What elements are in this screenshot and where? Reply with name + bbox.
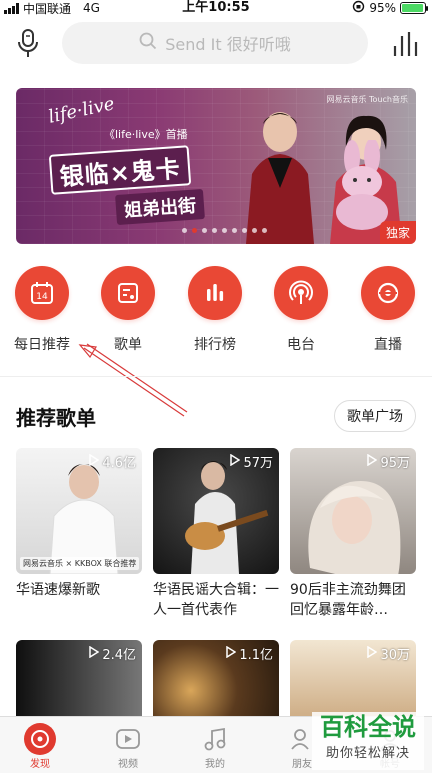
carousel-dot[interactable]	[242, 228, 247, 233]
tab-label: 视频	[118, 759, 138, 770]
play-count: 4.6亿	[89, 452, 136, 471]
mic-icon[interactable]	[14, 28, 42, 60]
play-icon	[367, 645, 378, 662]
playlist-cover: 57万	[153, 448, 279, 574]
play-icon	[230, 453, 241, 470]
playlist-square-button[interactable]: 歌单广场	[334, 400, 416, 432]
music-note-icon	[199, 723, 231, 755]
plush-bunny-image	[336, 140, 388, 230]
tab-discover[interactable]: 发现	[10, 723, 70, 770]
play-icon	[89, 453, 100, 470]
promo-banner[interactable]: life·live 《life·live》首播 银临×鬼卡 姐弟出街 网易云音乐…	[16, 88, 416, 244]
playlist-card[interactable]: 57万 华语民谣大合辑：一人一首代表作	[153, 448, 279, 620]
calendar-icon: 14	[15, 266, 69, 320]
banner-premiere: 《life·live》首播	[104, 128, 188, 141]
play-count-value: 2.4亿	[102, 648, 136, 663]
search-icon	[139, 32, 157, 54]
disc-icon	[24, 723, 56, 755]
play-count: 2.4亿	[89, 644, 136, 663]
play-count: 1.1亿	[226, 644, 273, 663]
status-bar: 中国联通 4G 上午10:55 95%	[0, 0, 432, 16]
carousel-dot[interactable]	[202, 228, 207, 233]
playlist-cover: 95万	[290, 448, 416, 574]
play-count: 57万	[230, 452, 273, 471]
battery-percent: 95%	[369, 1, 396, 15]
search-placeholder: Send It 很好听哦	[165, 35, 291, 54]
bars-icon[interactable]	[392, 30, 420, 58]
cover-caption: 网易云音乐 × KKBOX 联合推荐	[20, 557, 140, 570]
search-input[interactable]: Send It 很好听哦	[62, 22, 368, 64]
nav-label: 每日推荐	[14, 337, 70, 353]
carousel-dot[interactable]	[192, 228, 197, 233]
tab-label: 我的	[205, 759, 225, 770]
nav-radio[interactable]: 电台	[266, 266, 336, 354]
playlist-card[interactable]: 95万 90后非主流劲舞团回忆暴露年龄…	[290, 448, 416, 620]
playlist-title: 华语民谣大合辑：一人一首代表作	[153, 582, 279, 618]
play-count: 95万	[367, 452, 410, 471]
watermark-main: 百科全说	[320, 713, 416, 741]
live-icon	[361, 266, 415, 320]
section-divider	[0, 376, 432, 377]
watermark-sub: 助你轻松解决	[325, 746, 410, 761]
tab-mine[interactable]: 我的	[185, 723, 245, 770]
playlist-title: 90后非主流劲舞团回忆暴露年龄…	[290, 582, 406, 618]
battery-icon	[400, 2, 428, 14]
top-header: Send It 很好听哦	[0, 20, 432, 68]
nav-label: 电台	[287, 337, 315, 353]
play-count-value: 57万	[243, 456, 273, 471]
svg-text:14: 14	[36, 292, 48, 302]
carousel-dot[interactable]	[182, 228, 187, 233]
play-icon	[367, 453, 378, 470]
carousel-dot[interactable]	[212, 228, 217, 233]
nav-live[interactable]: 直播	[353, 266, 423, 354]
chart-icon	[188, 266, 242, 320]
play-count-value: 30万	[380, 648, 410, 663]
radio-icon	[274, 266, 328, 320]
play-count: 30万	[367, 644, 410, 663]
banner-person-male	[246, 112, 314, 244]
section-title: 推荐歌单	[16, 406, 96, 430]
tab-label: 发现	[30, 759, 50, 770]
banner-brand: 网易云音乐 Touch音乐	[326, 95, 408, 104]
play-count-value: 95万	[380, 456, 410, 471]
playlist-title: 华语速爆新歌	[16, 582, 100, 598]
playlist-card[interactable]: 4.6亿 网易云音乐 × KKBOX 联合推荐 华语速爆新歌	[16, 448, 142, 600]
play-icon	[89, 645, 100, 662]
banner-subtitle: 姐弟出街	[115, 188, 205, 226]
play-count-value: 4.6亿	[102, 456, 136, 471]
quick-nav: 14 每日推荐 歌单 排行榜 电台 直播	[0, 266, 432, 362]
carousel-dot[interactable]	[252, 228, 257, 233]
play-icon	[226, 645, 237, 662]
playlist-icon	[101, 266, 155, 320]
nav-daily-recommend[interactable]: 14 每日推荐	[7, 266, 77, 354]
app-screen: 中国联通 4G 上午10:55 95% Send It 很好听哦 life·li…	[0, 0, 432, 773]
video-icon	[112, 723, 144, 755]
playlist-cover: 4.6亿 网易云音乐 × KKBOX 联合推荐	[16, 448, 142, 574]
nav-label: 直播	[374, 337, 402, 353]
watermark: 百科全说 助你轻松解决	[312, 712, 424, 770]
rotation-lock-icon	[352, 0, 365, 16]
carousel-dots[interactable]	[182, 228, 267, 233]
exclusive-badge: 独家	[379, 221, 416, 244]
carousel-dot[interactable]	[232, 228, 237, 233]
play-count-value: 1.1亿	[239, 648, 273, 663]
carousel-dot[interactable]	[262, 228, 267, 233]
carousel-dot[interactable]	[222, 228, 227, 233]
tab-video[interactable]: 视频	[98, 723, 158, 770]
